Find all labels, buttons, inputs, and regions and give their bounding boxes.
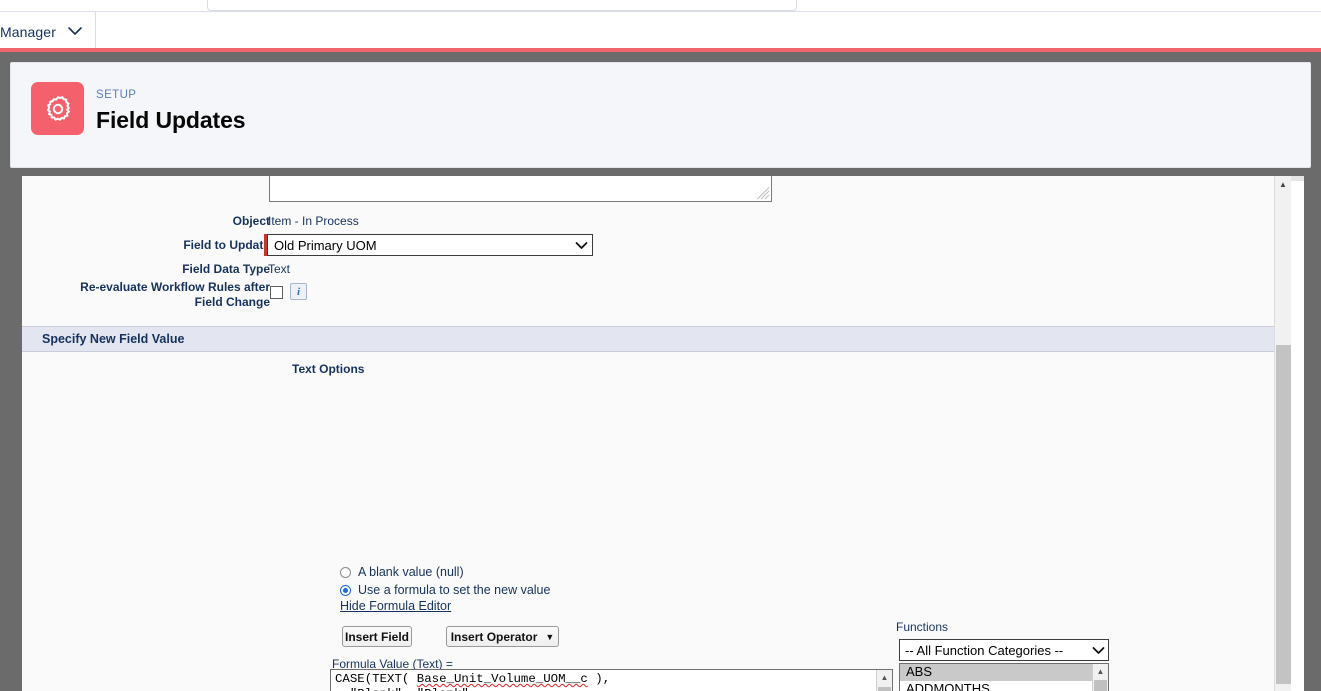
field-to-update-select[interactable]: Old Primary UOM [267, 234, 593, 256]
radio-use-formula-label: Use a formula to set the new value [358, 583, 550, 597]
function-category-select[interactable]: -- All Function Categories -- [899, 639, 1109, 661]
specify-new-field-value-section-header: Specify New Field Value [22, 326, 1278, 352]
setup-page-header: SETUP Field Updates [10, 62, 1311, 168]
description-textarea[interactable] [269, 176, 772, 202]
radio-icon-selected [340, 585, 351, 596]
app-switcher[interactable]: Manager [0, 12, 96, 51]
formula-line1-prefix: CASE(TEXT( [335, 672, 417, 686]
formula-scrollbar[interactable]: ▲ ▼ [876, 670, 892, 691]
field-to-update-value: Old Primary UOM [268, 238, 570, 253]
triangle-up-icon[interactable]: ▲ [1275, 176, 1291, 192]
tab-stub [207, 0, 797, 11]
functions-list[interactable]: ABS ADDMONTHS AND BEGINS BLANKVALUE BR ▲… [899, 663, 1109, 691]
chevron-down-icon [67, 25, 83, 39]
list-item[interactable]: ADDMONTHS [900, 681, 1108, 691]
setup-eyebrow: SETUP [96, 89, 136, 101]
hide-formula-editor-link[interactable]: Hide Formula Editor [340, 599, 451, 613]
caret-down-icon: ▼ [545, 632, 554, 642]
scrollbar-thumb[interactable] [1094, 680, 1107, 691]
reevaluate-checkbox[interactable] [270, 286, 283, 299]
list-item[interactable]: ABS [900, 664, 1108, 681]
app-switcher-label: Manager [0, 24, 56, 40]
functions-label: Functions [896, 620, 948, 634]
page-body-inner: Object Item - In Process Field to Update… [22, 176, 1278, 691]
function-category-value: -- All Function Categories -- [900, 643, 1088, 658]
object-label: Object [82, 214, 270, 229]
formula-textarea[interactable]: CASE(TEXT( Base_Unit_Volume_UOM__c ), "B… [330, 669, 893, 691]
section-title: Specify New Field Value [42, 332, 184, 346]
chrome-divider [0, 11, 1321, 12]
reevaluate-label-line1: Re-evaluate Workflow Rules after [62, 280, 270, 295]
reevaluate-label-line2: Field Change [62, 295, 270, 310]
formula-remaining-lines: "Blank", "Blank", "IN", "Inches", "LB", … [335, 687, 543, 691]
page-scrollbar[interactable]: ▲ [1274, 176, 1291, 691]
functions-list-scrollbar[interactable]: ▲ ▼ [1092, 664, 1108, 691]
page-body: Object Item - In Process Field to Update… [22, 176, 1294, 691]
browser-top-chrome: Manager [0, 0, 1321, 52]
triangle-up-icon[interactable]: ▲ [877, 670, 892, 685]
insert-field-button[interactable]: Insert Field [342, 626, 412, 647]
info-icon[interactable]: i [290, 283, 307, 300]
object-value: Item - In Process [268, 214, 359, 228]
triangle-up-icon[interactable]: ▲ [1093, 664, 1108, 678]
radio-blank-value-label: A blank value (null) [358, 565, 464, 579]
insert-operator-button[interactable]: Insert Operator ▼ [446, 626, 559, 647]
field-to-update-label: Field to Update [82, 238, 270, 253]
accent-bar [0, 48, 1321, 52]
field-data-type-label: Field Data Type [82, 262, 270, 277]
formula-field-token: Base_Unit_Volume_UOM__c [417, 672, 588, 686]
insert-operator-label: Insert Operator [451, 630, 538, 644]
formula-text-content: CASE(TEXT( Base_Unit_Volume_UOM__c ), "B… [335, 672, 873, 691]
radio-icon [340, 567, 351, 578]
text-options-label: Text Options [292, 362, 364, 376]
page-scrollbar-thumb[interactable] [1276, 345, 1291, 684]
page-title: Field Updates [96, 107, 246, 134]
radio-blank-value[interactable]: A blank value (null) [340, 565, 464, 579]
chevron-down-icon [570, 241, 592, 250]
gear-icon [31, 82, 84, 135]
scrollbar-gutter [1291, 176, 1304, 691]
resize-grip-icon[interactable] [757, 187, 770, 200]
field-data-type-value: Text [268, 262, 290, 276]
scrollbar-corner [1291, 176, 1304, 181]
scrollbar-thumb[interactable] [878, 687, 891, 691]
formula-line1-suffix: ), [588, 672, 610, 686]
radio-use-formula[interactable]: Use a formula to set the new value [340, 583, 550, 597]
chevron-down-icon [1088, 646, 1108, 655]
